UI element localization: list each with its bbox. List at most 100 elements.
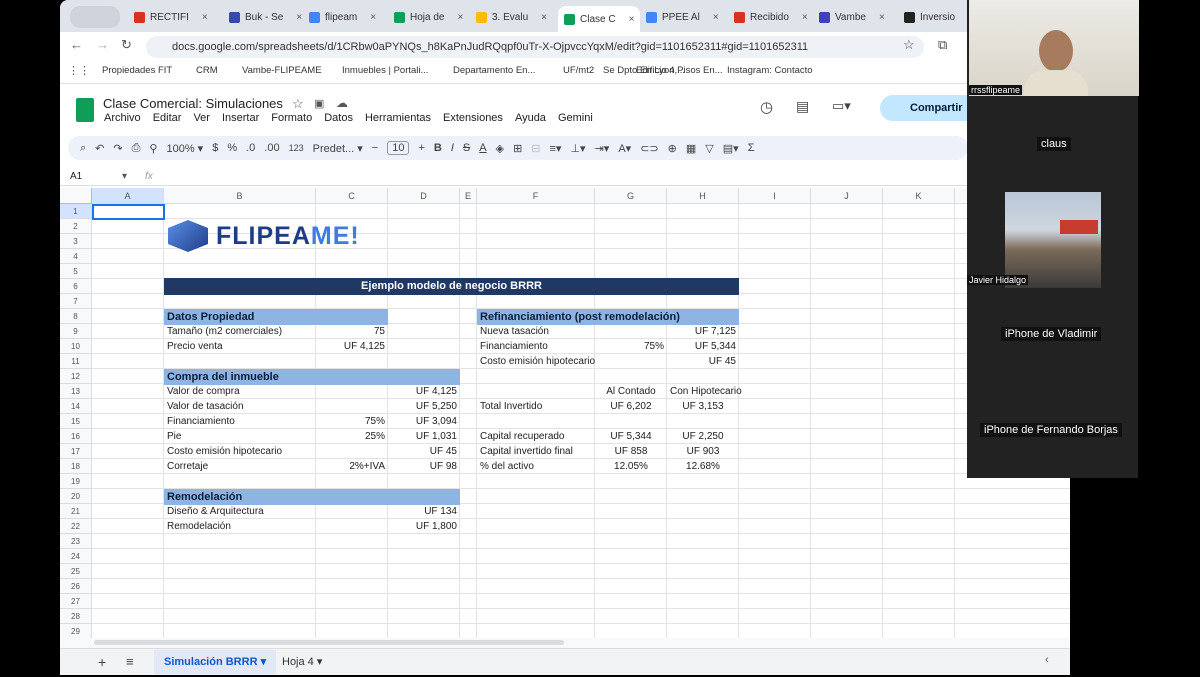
cell-h18[interactable]: 12.68% [667,459,739,474]
cell-g13[interactable]: Al Contado [595,384,667,399]
cell-d17[interactable]: UF 45 [388,444,460,459]
scroll-tabs-icon[interactable]: ‹ [1045,654,1049,666]
row-header[interactable]: 16 [60,429,92,444]
cell-c10[interactable]: UF 4,125 [316,339,388,354]
cell-b15[interactable]: Financiamiento [164,414,316,429]
cell-f17[interactable]: Capital invertido final [477,444,595,459]
row-header[interactable]: 13 [60,384,92,399]
cell-h16[interactable]: UF 2,250 [667,429,739,444]
cell-c9[interactable]: 75 [316,324,388,339]
row-header[interactable]: 5 [60,264,92,279]
row-header[interactable]: 29 [60,624,92,639]
cell-f14[interactable]: Total Invertido [477,399,595,414]
cell-d22[interactable]: UF 1,800 [388,519,460,534]
cell-g17[interactable]: UF 858 [595,444,667,459]
row-header[interactable]: 21 [60,504,92,519]
cell-d16[interactable]: UF 1,031 [388,429,460,444]
column-header[interactable]: G [595,188,667,204]
cell-b10[interactable]: Precio venta [164,339,316,354]
column-header[interactable]: B [164,188,316,204]
row-header[interactable]: 25 [60,564,92,579]
cell-b18[interactable]: Corretaje [164,459,316,474]
row-header[interactable]: 24 [60,549,92,564]
row-header[interactable]: 19 [60,474,92,489]
row-header[interactable]: 20 [60,489,92,504]
cell-f10[interactable]: Financiamiento [477,339,595,354]
cell-b20[interactable]: Remodelación [164,490,316,505]
column-header[interactable]: A [92,188,164,204]
column-header[interactable]: H [667,188,739,204]
cell-f18[interactable]: % del activo [477,459,595,474]
sheet-tab-label: Hoja 4 [282,656,314,668]
cell-c18[interactable]: 2%+IVA [316,459,388,474]
row-header[interactable]: 8 [60,309,92,324]
cell-g18[interactable]: 12.05% [595,459,667,474]
add-sheet-icon[interactable]: + [98,654,106,670]
row-header[interactable]: 28 [60,609,92,624]
cell-c15[interactable]: 75% [316,414,388,429]
column-header[interactable]: D [388,188,460,204]
column-header[interactable]: E [460,188,477,204]
cell-h10[interactable]: UF 5,344 [667,339,739,354]
column-header[interactable]: C [316,188,388,204]
column-header[interactable]: J [811,188,883,204]
cell-d14[interactable]: UF 5,250 [388,399,460,414]
sheet-tab-simulacion-brrr[interactable]: Simulación BRRR ▾ [154,650,277,674]
cell-h11[interactable]: UF 45 [667,354,739,369]
row-header[interactable]: 2 [60,219,92,234]
row-header[interactable]: 10 [60,339,92,354]
row-header[interactable]: 12 [60,369,92,384]
row-header[interactable]: 3 [60,234,92,249]
all-sheets-icon[interactable]: ≡ [126,654,134,669]
row-header[interactable]: 27 [60,594,92,609]
cell-b8[interactable]: Datos Propiedad [164,310,316,325]
sheet-tab-hoja-4[interactable]: Hoja 4 ▾ [274,650,330,674]
scrollbar-thumb[interactable] [94,640,564,645]
horizontal-scrollbar[interactable] [60,638,1070,648]
row-header[interactable]: 15 [60,414,92,429]
column-header[interactable]: F [477,188,595,204]
cell-h9[interactable]: UF 7,125 [667,324,739,339]
cell-b9[interactable]: Tamaño (m2 comerciales) [164,324,316,339]
row-header[interactable]: 4 [60,249,92,264]
row-header[interactable]: 1 [60,204,92,219]
cell-b12[interactable]: Compra del inmueble [164,370,316,385]
cell-f8[interactable]: Refinanciamiento (post remodelación) [477,310,680,325]
row-header[interactable]: 11 [60,354,92,369]
cell-b16[interactable]: Pie [164,429,316,444]
cell-d13[interactable]: UF 4,125 [388,384,460,399]
row-header[interactable]: 7 [60,294,92,309]
row-header[interactable]: 18 [60,459,92,474]
cell-c16[interactable]: 25% [316,429,388,444]
cell-b22[interactable]: Remodelación [164,519,316,534]
row-header[interactable]: 14 [60,399,92,414]
cell-g14[interactable]: UF 6,202 [595,399,667,414]
cell-f11[interactable]: Costo emisión hipotecario [477,354,595,369]
sheet-tab-label: Simulación BRRR [164,656,258,668]
cell-d15[interactable]: UF 3,094 [388,414,460,429]
cell-g16[interactable]: UF 5,344 [595,429,667,444]
cell-f16[interactable]: Capital recuperado [477,429,595,444]
spreadsheet-grid[interactable]: A B C D E F G H I J K 1 2 3 4 5 6 7 8 9 10 11 12 13 14 15 16 17 18 19… [60,0,1070,675]
cell-b21[interactable]: Diseño & Arquitectura [164,504,316,519]
row-header[interactable]: 23 [60,534,92,549]
cell-d21[interactable]: UF 134 [388,504,460,519]
cell-b14[interactable]: Valor de tasación [164,399,316,414]
cell-f9[interactable]: Nueva tasación [477,324,595,339]
row-header[interactable]: 6 [60,279,92,294]
selected-cell[interactable] [92,204,165,220]
cell-b17[interactable]: Costo emisión hipotecario [164,444,316,459]
cell-h14[interactable]: UF 3,153 [667,399,739,414]
row-header[interactable]: 26 [60,579,92,594]
column-header[interactable]: I [739,188,811,204]
row-header[interactable]: 9 [60,324,92,339]
row-header[interactable]: 17 [60,444,92,459]
column-header[interactable]: K [883,188,955,204]
row-header[interactable]: 22 [60,519,92,534]
cell-g10[interactable]: 75% [595,339,667,354]
cell-h17[interactable]: UF 903 [667,444,739,459]
grid-line [92,623,1070,624]
cell-h13[interactable]: Con Hipotecario [667,384,742,399]
cell-d18[interactable]: UF 98 [388,459,460,474]
cell-b13[interactable]: Valor de compra [164,384,316,399]
